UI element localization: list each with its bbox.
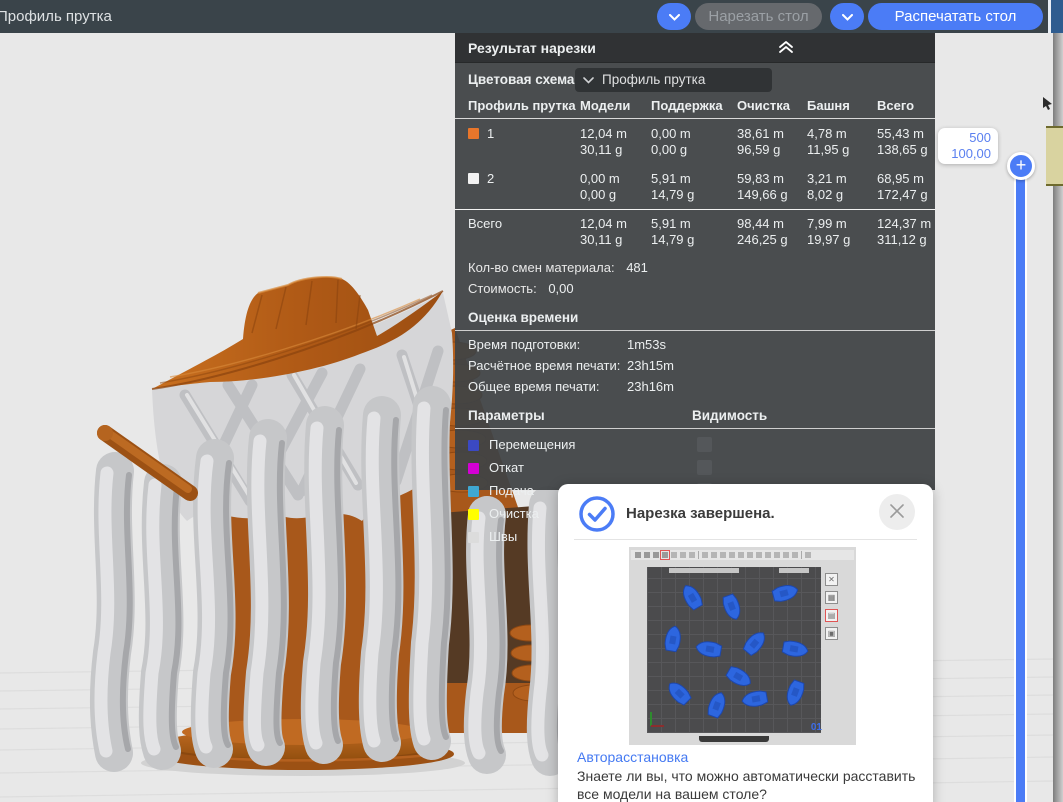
- success-check-icon: [578, 495, 616, 538]
- material-changes-stat: Кол-во смен материала: 481: [455, 260, 935, 275]
- col-header-total: Всего: [877, 98, 935, 113]
- mini-gantry: [779, 568, 809, 573]
- slicing-complete-notification: Нарезка завершена.: [558, 484, 933, 802]
- mini-image-icon: ▦: [825, 591, 838, 604]
- filament-swatch: [468, 128, 479, 139]
- slicing-results-panel: Результат нарезки Цветовая схема Профиль…: [455, 33, 935, 490]
- col-header-models: Модели: [580, 98, 651, 113]
- layer-value: 500: [938, 130, 991, 146]
- layer-slider-handle[interactable]: +: [1007, 152, 1035, 180]
- col-header-purge: Очистка: [737, 98, 807, 113]
- mini-build-plate: [647, 567, 821, 733]
- col-header-tower: Башня: [807, 98, 877, 113]
- mini-page-label: 01: [811, 722, 822, 733]
- collapse-panel-button[interactable]: [777, 40, 795, 56]
- total-label: Всего: [468, 216, 580, 232]
- col-header-profile: Профиль прутка: [468, 98, 580, 113]
- param-swatch: [468, 486, 479, 497]
- table-row: 1 12,04 m30,11 g 0,00 m0,00 g 38,61 m96,…: [455, 119, 935, 164]
- notification-divider: [574, 539, 917, 540]
- mini-bottom-bar: [699, 736, 769, 742]
- mini-side-toolbar: ✕ ▦ ▤ ▣: [825, 573, 839, 640]
- print-plate-button[interactable]: Распечатать стол: [868, 3, 1043, 30]
- param-row-retractions: Откат: [455, 459, 935, 475]
- filament-name: 2: [487, 171, 494, 187]
- color-scheme-row: Цветовая схема Профиль прутка: [455, 63, 935, 96]
- chevron-down-icon: [669, 9, 680, 24]
- visibility-checkbox[interactable]: [697, 437, 712, 452]
- results-panel-title: Результат нарезки: [468, 40, 596, 56]
- param-row-travels: Перемещения: [455, 436, 935, 452]
- param-swatch: [468, 463, 479, 474]
- window-title: Профиль прутка: [0, 8, 112, 25]
- chevron-down-icon: [842, 9, 853, 24]
- auto-arrange-link[interactable]: Авторасстановка: [577, 749, 688, 765]
- notification-title: Нарезка завершена.: [626, 505, 775, 522]
- table-row: 2 0,00 m0,00 g 5,91 m14,79 g 59,83 m149,…: [455, 164, 935, 209]
- clipped-side-panel: [1046, 126, 1063, 186]
- param-swatch: [468, 509, 479, 520]
- table-header-row: Профиль прутка Модели Поддержка Очистка …: [455, 96, 935, 119]
- filament-name: 1: [487, 126, 494, 142]
- slice-plate-button[interactable]: Нарезать стол: [695, 3, 822, 30]
- time-row: Расчётное время печати:23h15m: [455, 358, 935, 373]
- slice-button-group: Нарезать стол: [657, 3, 822, 30]
- mini-axes-indicator: [649, 712, 665, 733]
- time-section-title: Оценка времени: [455, 310, 935, 331]
- mini-arrange-icon: ▤: [825, 609, 838, 622]
- time-row: Время подготовки:1m53s: [455, 337, 935, 352]
- print-dropdown-button[interactable]: [830, 3, 864, 30]
- time-row: Общее время печати:23h16m: [455, 379, 935, 394]
- mini-close-icon: ✕: [825, 573, 838, 586]
- results-panel-header: Результат нарезки: [455, 33, 935, 63]
- param-swatch: [468, 440, 479, 451]
- top-toolbar: Профиль прутка Нарезать стол Распечатать…: [0, 0, 1063, 33]
- height-value: 100,00: [938, 146, 991, 162]
- param-swatch: [468, 532, 479, 543]
- color-scheme-value: Профиль прутка: [602, 72, 705, 87]
- tip-body-text: Знаете ли вы, что можно автоматически ра…: [577, 767, 922, 802]
- visibility-checkbox[interactable]: [697, 460, 712, 475]
- col-header-support: Поддержка: [651, 98, 737, 113]
- mouse-cursor-icon: [1042, 96, 1054, 115]
- window-corner-block: [1051, 0, 1063, 33]
- params-section-title: Параметры Видимость: [455, 408, 935, 429]
- close-notification-button[interactable]: [879, 494, 915, 530]
- print-button-group: Распечатать стол: [830, 3, 1043, 30]
- tip-preview-image: ✕ ▦ ▤ ▣ 01: [629, 547, 856, 745]
- chevron-down-icon: [583, 72, 602, 87]
- layer-slider-track[interactable]: [1014, 166, 1027, 802]
- app-window: Профиль прутка Нарезать стол Распечатать…: [0, 0, 1063, 802]
- slice-dropdown-button[interactable]: [657, 3, 691, 30]
- plus-icon: +: [1016, 155, 1027, 175]
- mini-gantry: [669, 568, 739, 573]
- mini-lock-icon: ▣: [825, 627, 838, 640]
- filament-swatch: [468, 173, 479, 184]
- layer-slider-tooltip: 500 100,00: [938, 128, 998, 164]
- cost-stat: Стоимость: 0,00: [455, 281, 935, 296]
- collapse-icon: [778, 42, 794, 57]
- visibility-header: Видимость: [692, 408, 767, 423]
- table-total-row: Всего 12,04 m30,11 g 5,91 m14,79 g 98,44…: [455, 209, 935, 254]
- mini-toolbar: [631, 550, 854, 560]
- color-scheme-label: Цветовая схема: [468, 72, 574, 87]
- color-scheme-select[interactable]: Профиль прутка: [575, 68, 772, 92]
- close-icon: [889, 503, 905, 522]
